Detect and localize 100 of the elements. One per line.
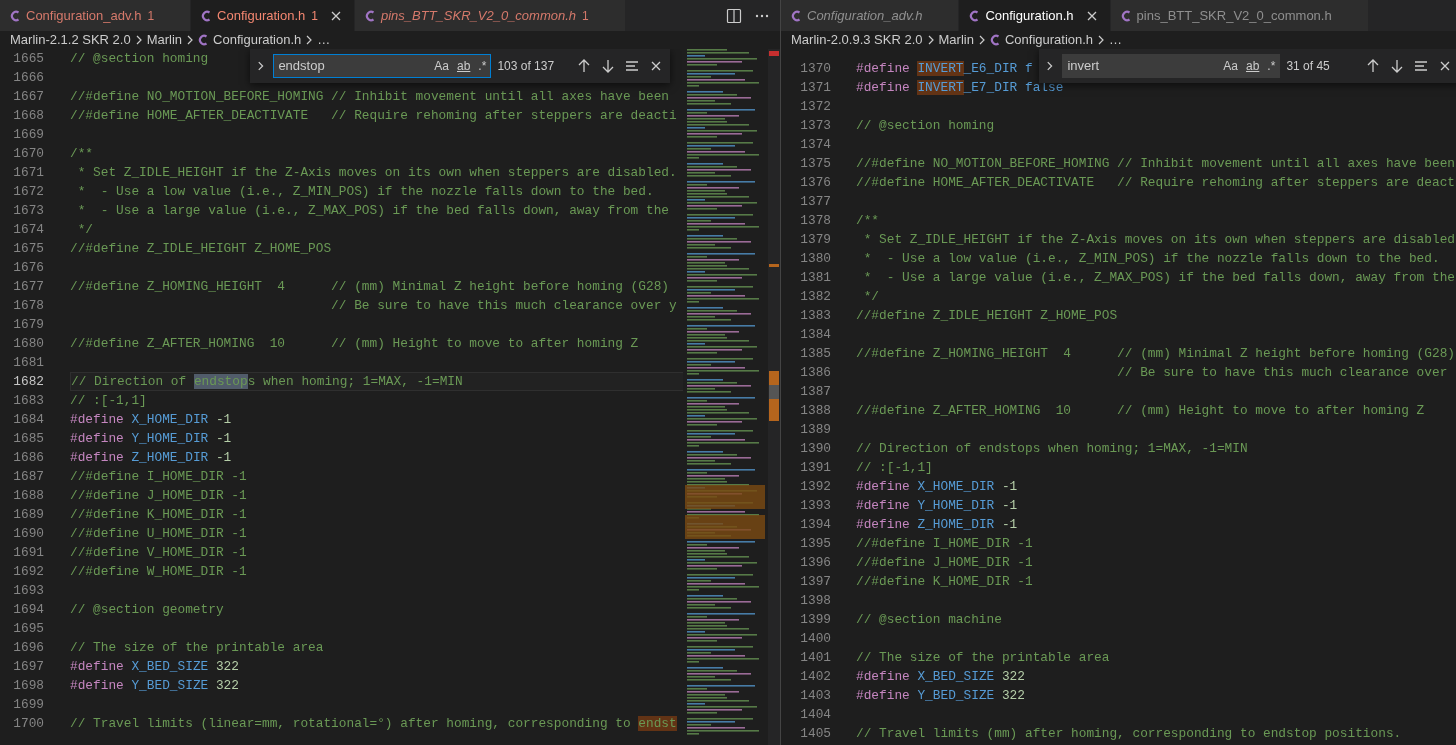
- code-line: //#define J_HOME_DIR -1: [856, 553, 1033, 572]
- line-number: 1380: [799, 249, 831, 268]
- line-number: 1693: [12, 581, 44, 600]
- code-line: * - Use a large value (i.e., Z_MAX_POS) if the bed falls down, away from the: [862, 268, 1455, 287]
- breadcrumb-more[interactable]: …: [317, 30, 331, 50]
- line-number: 1388: [799, 401, 831, 420]
- line-number: 1673: [12, 201, 44, 220]
- find-input[interactable]: invert Aa ab .*: [1062, 54, 1281, 78]
- line-number: 1670: [12, 144, 44, 163]
- editor-tab[interactable]: pins_BTT_SKR_V2_0_common.h: [1110, 0, 1369, 31]
- line-number: 1372: [799, 97, 831, 116]
- c-file-icon: [989, 34, 1000, 46]
- editor-tab[interactable]: Configuration.h: [959, 0, 1111, 31]
- line-number: 1685: [12, 429, 44, 448]
- code-line: // :[-1,1]: [856, 458, 933, 477]
- c-file-icon: [1120, 9, 1131, 22]
- breadcrumb-item[interactable]: Marlin-2.1.2 SKR 2.0: [10, 30, 131, 50]
- find-option-button[interactable]: Aa: [432, 57, 451, 75]
- line-number: 1683: [12, 391, 44, 410]
- editor-tab[interactable]: Configuration_adv.h: [781, 0, 960, 31]
- code-line: //#define HOME_AFTER_DEACTIVATE // Require rehoming after steppers are deact: [856, 173, 1455, 192]
- code-line: // @section homing: [70, 49, 209, 68]
- line-number: 1377: [799, 192, 831, 211]
- code-line: // Direction of endstops when homing; 1=MAX, -1=MIN: [71, 373, 463, 390]
- line-number: 1684: [12, 410, 44, 429]
- line-number: 1682: [12, 372, 44, 391]
- breadcrumb-item[interactable]: Marlin: [938, 30, 974, 50]
- code-line: * - Use a low value (i.e., Z_MIN_POS) if the nozzle falls down to the bed.: [76, 182, 654, 201]
- find-in-selection-icon[interactable]: [1413, 58, 1429, 74]
- line-number: 1695: [12, 619, 44, 638]
- code-line: //#define I_HOME_DIR -1: [856, 534, 1033, 553]
- previous-match-icon[interactable]: [576, 58, 592, 74]
- line-number: 1678: [12, 296, 44, 315]
- code-line: */: [76, 220, 94, 239]
- code-line: // Be sure to have this much clearance over: [1116, 363, 1448, 382]
- find-option-button[interactable]: .*: [1265, 57, 1278, 75]
- line-number: 1686: [12, 448, 44, 467]
- line-number: 1690: [12, 524, 44, 543]
- breadcrumb-item[interactable]: Marlin: [146, 30, 183, 50]
- find-input[interactable]: endstop Aa ab .*: [273, 54, 492, 78]
- find-option-button[interactable]: ab: [455, 57, 473, 75]
- line-number: 1402: [799, 667, 831, 686]
- code-line: // @section geometry: [70, 600, 224, 619]
- breadcrumb-more[interactable]: …: [1109, 30, 1123, 50]
- code-line: //#define NO_MOTION_BEFORE_HOMING // Inhibit movement until all axes have been: [70, 87, 669, 106]
- editor-tab[interactable]: Configuration_adv.h 1: [0, 0, 192, 31]
- line-number: 1675: [12, 239, 44, 258]
- line-number: 1687: [12, 467, 44, 486]
- code-line: //#define I_HOME_DIR -1: [70, 467, 247, 486]
- line-number: 1688: [12, 486, 44, 505]
- code-line: #define Y_BED_SIZE 322: [70, 676, 239, 695]
- minimap-drawing[interactable]: [683, 49, 780, 745]
- split-editor-icon[interactable]: [726, 7, 742, 24]
- line-number: 1382: [799, 287, 831, 306]
- code-line: #define INVERT_E7_DIR false: [856, 78, 1064, 97]
- breadcrumb-item[interactable]: Configuration.h: [989, 30, 1094, 50]
- previous-match-icon[interactable]: [1365, 58, 1381, 74]
- code-line: #define X_BED_SIZE 322: [856, 667, 1025, 686]
- line-number: 1692: [12, 562, 44, 581]
- code-line: * - Use a large value (i.e., Z_MAX_POS) if the bed falls down, away from the: [76, 201, 669, 220]
- line-number: 1404: [799, 705, 831, 724]
- c-file-icon: [201, 9, 212, 22]
- find-option-button[interactable]: ab: [1244, 57, 1262, 75]
- code-line: //#define K_HOME_DIR -1: [856, 572, 1033, 591]
- editor-tab[interactable]: pins_BTT_SKR_V2_0_common.h 1: [354, 0, 626, 31]
- code-line: // Travel limits (mm) after homing, corresponding to endstop positions.: [856, 724, 1402, 743]
- line-number: 1379: [799, 230, 831, 249]
- code-line: //#define Z_AFTER_HOMING 10 // (mm) Height to move to after homing Z: [70, 334, 639, 353]
- line-number: 1389: [799, 420, 831, 439]
- line-number: 1681: [12, 353, 44, 372]
- code-line: //#define K_HOME_DIR -1: [70, 505, 247, 524]
- code-line: // :[-1,1]: [70, 391, 147, 410]
- problem-count: 1: [311, 7, 318, 25]
- find-option-button[interactable]: Aa: [1221, 57, 1240, 75]
- line-number: 1689: [12, 505, 44, 524]
- line-number: 1698: [12, 676, 44, 695]
- breadcrumb-item[interactable]: Marlin-2.0.9.3 SKR 2.0: [791, 30, 923, 50]
- find-option-button[interactable]: .*: [476, 57, 489, 75]
- next-match-icon[interactable]: [600, 58, 616, 74]
- line-number: 1677: [12, 277, 44, 296]
- find-in-selection-icon[interactable]: [624, 58, 640, 74]
- line-number: 1390: [799, 439, 831, 458]
- c-file-icon: [969, 9, 980, 22]
- editor-tab[interactable]: Configuration.h 1: [191, 0, 355, 31]
- next-match-icon[interactable]: [1389, 58, 1405, 74]
- code-line: #define Y_HOME_DIR -1: [856, 496, 1018, 515]
- line-number: 1669: [12, 125, 44, 144]
- line-number: 1376: [799, 173, 831, 192]
- code-line: #define Z_HOME_DIR -1: [856, 515, 1018, 534]
- line-number: 1699: [12, 695, 44, 714]
- code-line: #define Y_BED_SIZE 322: [856, 686, 1025, 705]
- line-number: 1691: [12, 543, 44, 562]
- code-line: //#define W_HOME_DIR -1: [70, 562, 247, 581]
- line-number: 1395: [799, 534, 831, 553]
- breadcrumb-item[interactable]: Configuration.h: [198, 30, 302, 50]
- code-line: //#define HOME_AFTER_DEACTIVATE // Require rehoming after steppers are deacti: [70, 106, 677, 125]
- line-number: 1700: [12, 714, 44, 733]
- line-number: 1378: [799, 211, 831, 230]
- match-count: 31 of 45: [1286, 58, 1331, 75]
- line-number: 1401: [799, 648, 831, 667]
